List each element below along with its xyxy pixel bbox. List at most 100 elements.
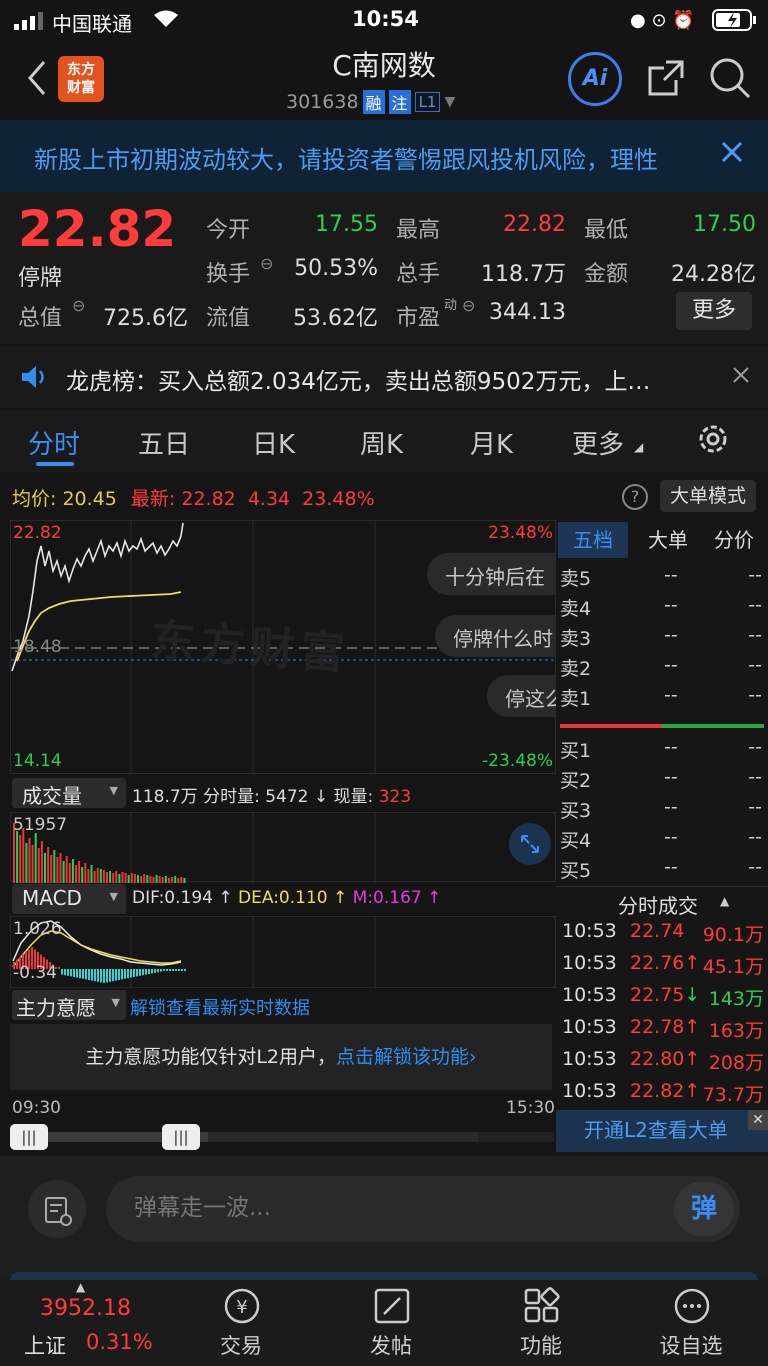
- nav-functions[interactable]: 功能: [466, 1276, 616, 1366]
- bid-price: --: [664, 856, 678, 878]
- risk-banner[interactable]: 新股上市初期波动较大，请投资者警惕跟风投机风险，理性: [0, 120, 768, 192]
- volume-bar: [78, 861, 81, 883]
- nav-trade[interactable]: ¥ 交易: [166, 1276, 316, 1366]
- slider-handle-right[interactable]: |||: [162, 1124, 200, 1150]
- y-axis-top: 22.82: [13, 523, 62, 543]
- slider-handle-left[interactable]: |||: [10, 1124, 48, 1150]
- tab-price-distribution[interactable]: 分价: [702, 522, 766, 558]
- tick-price: 22.78↑: [630, 1016, 701, 1038]
- l2-unlock-link[interactable]: 点击解锁该功能: [336, 1046, 469, 1068]
- macd-bar: [178, 969, 180, 971]
- macd-axis-bottom: -0.34: [13, 963, 57, 983]
- low-label: 最低: [584, 218, 629, 243]
- avg-label: 均价:: [12, 488, 57, 510]
- avg-value: 20.45: [62, 488, 117, 510]
- volume-bar: [40, 841, 43, 883]
- info-icon[interactable]: ⊖: [260, 254, 273, 273]
- bid-volume: --: [748, 766, 762, 788]
- person-icon: ●: [630, 10, 646, 31]
- macd-bar: [181, 969, 183, 971]
- volume-bar: [180, 877, 183, 883]
- macd-bar: [73, 969, 75, 977]
- macd-bar: [127, 969, 129, 979]
- unlock-link[interactable]: 解锁查看最新实时数据: [130, 994, 310, 1020]
- volume-bar: [99, 869, 102, 883]
- info-icon[interactable]: ⊖: [72, 296, 85, 315]
- dropdown-icon[interactable]: ▼: [444, 94, 455, 110]
- time-range-slider[interactable]: [14, 1132, 554, 1142]
- edit-icon: [372, 1286, 412, 1330]
- macd-indicator-select[interactable]: MACD ▼: [12, 884, 126, 914]
- time-end: 15:30: [506, 1098, 555, 1118]
- news-ticker[interactable]: 龙虎榜：买入总额2.034亿元，卖出总额9502万元，上…: [0, 346, 768, 408]
- macd-bar: [82, 969, 84, 979]
- more-dots-icon: [672, 1286, 712, 1330]
- macd-select-label: MACD: [22, 886, 82, 910]
- order-book-panel: 五档 大单 分价 卖5 -- -- 卖4 -- -- 卖3 -- -- 卖2 -- -- 卖1 -- -- …: [556, 520, 768, 1156]
- comment-bubble[interactable]: 停这么: [487, 675, 557, 717]
- index-quote[interactable]: ▲ 3952.18 上证 0.31%: [0, 1276, 168, 1366]
- macd-bar: [64, 969, 66, 976]
- main-force-select[interactable]: 主力意愿 ▼: [12, 990, 126, 1020]
- tab-intraday[interactable]: 分时: [28, 424, 80, 461]
- tab-monthly-k[interactable]: 月K: [470, 424, 513, 461]
- macd-bar: [130, 969, 132, 978]
- time-start: 09:30: [12, 1098, 61, 1118]
- bid-label: 买3: [560, 800, 592, 822]
- ask-price: --: [664, 594, 678, 616]
- macd-bar: [106, 969, 108, 983]
- latest-value: 22.82: [181, 488, 236, 510]
- comment-bubble[interactable]: 十分钟后在: [427, 553, 557, 595]
- ask-volume: --: [748, 594, 762, 616]
- tab-five-levels[interactable]: 五档: [558, 522, 628, 558]
- search-icon[interactable]: [708, 56, 752, 104]
- chevron-down-icon: ◢: [634, 440, 644, 454]
- close-icon[interactable]: [732, 366, 750, 388]
- close-icon[interactable]: ✕: [748, 1110, 768, 1130]
- volume-indicator-select[interactable]: 成交量 ▼: [12, 778, 126, 808]
- danmaku-send-button[interactable]: 弹: [674, 1182, 734, 1236]
- close-icon[interactable]: [720, 140, 744, 168]
- comment-bubble[interactable]: 停牌什么时: [435, 615, 557, 657]
- volume-bar: [102, 870, 105, 883]
- trading-status: 停牌: [18, 266, 63, 291]
- help-icon[interactable]: ?: [622, 484, 648, 510]
- macd-bar: [70, 969, 72, 977]
- nav-post[interactable]: 发帖: [316, 1276, 466, 1366]
- ticks-title[interactable]: 分时成交: [618, 890, 698, 919]
- latest-label: 最新:: [130, 488, 176, 510]
- badge-level: L1: [414, 92, 441, 112]
- ai-button[interactable]: Ai: [568, 52, 622, 106]
- signal-icon: [14, 12, 46, 34]
- volume-chart[interactable]: 51957: [10, 812, 556, 883]
- chat-list-icon[interactable]: [28, 1180, 86, 1238]
- tick-row: 10:53 22.74 90.1万: [562, 920, 766, 946]
- tab-big-orders[interactable]: 大单: [638, 522, 698, 558]
- tab-weekly-k[interactable]: 周K: [360, 424, 403, 461]
- bid-label: 买5: [560, 860, 592, 882]
- quote-panel: 22.82 停牌 今开 17.55 最高 22.82 最低 17.50 换手 ⊖…: [0, 192, 768, 344]
- big-order-mode-button[interactable]: 大单模式: [660, 480, 756, 512]
- stock-code-row: 301638 融 注 L1 ▼: [286, 90, 455, 114]
- tab-more[interactable]: 更多: [572, 424, 624, 461]
- trade-icon: ¥: [222, 1286, 262, 1330]
- tab-daily-k[interactable]: 日K: [252, 424, 295, 461]
- y-axis-bottom: 14.14: [13, 751, 62, 771]
- settings-icon[interactable]: [696, 422, 730, 460]
- tick-row: 10:53 22.80↑ 208万: [562, 1048, 766, 1074]
- more-button[interactable]: 更多: [676, 292, 752, 330]
- macd-bar: [175, 969, 177, 971]
- tick-time: 10:53: [562, 1080, 617, 1102]
- up-arrow-icon: ↑: [212, 888, 239, 908]
- nav-add-watchlist[interactable]: 设自选: [616, 1276, 766, 1366]
- tab-five-day[interactable]: 五日: [138, 424, 190, 461]
- expand-icon[interactable]: [509, 823, 551, 865]
- price-chart[interactable]: 东方财富 22.82 18.48 14.14 23.48% -23.48% 十分…: [10, 520, 557, 775]
- open-label: 今开: [206, 218, 251, 243]
- danmaku-input[interactable]: 弹: [106, 1176, 740, 1242]
- tick-row: 10:53 22.76↑ 45.1万: [562, 952, 766, 978]
- share-icon[interactable]: [646, 58, 686, 102]
- macd-chart[interactable]: 1.026 -0.34: [10, 916, 556, 989]
- l2-big-order-link[interactable]: 开通L2查看大单: [556, 1110, 768, 1152]
- danmaku-text-field[interactable]: [134, 1190, 614, 1226]
